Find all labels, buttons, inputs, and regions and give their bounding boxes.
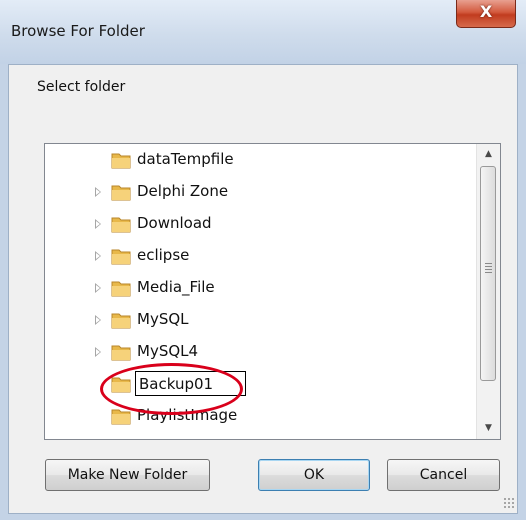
tree-item-label: Media_File xyxy=(137,278,215,296)
folder-icon xyxy=(111,281,131,297)
tree-item-download[interactable]: Download xyxy=(45,208,475,240)
tree-item-label: Download xyxy=(137,214,212,232)
tree-item-playlistimage[interactable]: PlaylistImage xyxy=(45,400,475,432)
tree-item-media-file[interactable]: Media_File xyxy=(45,272,475,304)
expand-arrow-icon[interactable] xyxy=(95,315,101,325)
tree-item-mysql[interactable]: MySQL xyxy=(45,304,475,336)
expand-arrow-icon[interactable] xyxy=(95,187,101,197)
tree-item-label: dataTempfile xyxy=(137,150,234,168)
folder-icon xyxy=(111,377,131,393)
tree-item-label: MySQL xyxy=(137,310,189,328)
tree-item-eclipse[interactable]: eclipse xyxy=(45,240,475,272)
folder-icon xyxy=(111,313,131,329)
folder-icon xyxy=(111,409,131,425)
rename-folder-input[interactable] xyxy=(136,372,245,395)
rename-folder-box[interactable] xyxy=(135,371,246,396)
window-title: Browse For Folder xyxy=(11,22,145,40)
select-folder-label: Select folder xyxy=(37,79,126,95)
scroll-thumb[interactable] xyxy=(480,166,496,381)
folder-icon xyxy=(111,217,131,233)
expand-arrow-icon[interactable] xyxy=(95,219,101,229)
tree-item-mysql4[interactable]: MySQL4 xyxy=(45,336,475,368)
make-new-folder-button[interactable]: Make New Folder xyxy=(45,459,210,491)
tree-item-label: PlaylistImage xyxy=(137,406,238,424)
folder-icon xyxy=(111,345,131,361)
expand-arrow-icon[interactable] xyxy=(95,283,101,293)
close-icon: X xyxy=(479,2,493,21)
resize-grip-icon[interactable] xyxy=(503,497,515,509)
tree-item-new-folder[interactable] xyxy=(45,368,475,400)
ok-button[interactable]: OK xyxy=(258,459,370,491)
tree-item-delphi-zone[interactable]: Delphi Zone xyxy=(45,176,475,208)
tree-item-datatempfile[interactable]: dataTempfile xyxy=(45,144,475,176)
expand-arrow-icon[interactable] xyxy=(95,251,101,261)
grip-icon xyxy=(485,263,492,273)
tree-item-label: MySQL4 xyxy=(137,342,199,360)
folder-icon xyxy=(111,153,131,169)
folder-icon xyxy=(111,185,131,201)
expand-arrow-icon[interactable] xyxy=(95,347,101,357)
tree-item-label: Delphi Zone xyxy=(137,182,229,200)
tree-scrollbar[interactable]: ▲ ▼ xyxy=(476,144,500,439)
browse-for-folder-dialog: Browse For Folder X Select folder dataTe… xyxy=(0,0,526,520)
tree-item-label: eclipse xyxy=(137,246,190,264)
folder-tree[interactable]: dataTempfile Delphi Zone Download eclips… xyxy=(44,143,501,440)
cancel-button[interactable]: Cancel xyxy=(387,459,500,491)
close-button[interactable]: X xyxy=(456,0,516,28)
scroll-down-icon[interactable]: ▼ xyxy=(477,418,500,438)
folder-icon xyxy=(111,249,131,265)
title-bar: Browse For Folder X xyxy=(0,0,526,64)
scroll-up-icon[interactable]: ▲ xyxy=(477,144,500,164)
